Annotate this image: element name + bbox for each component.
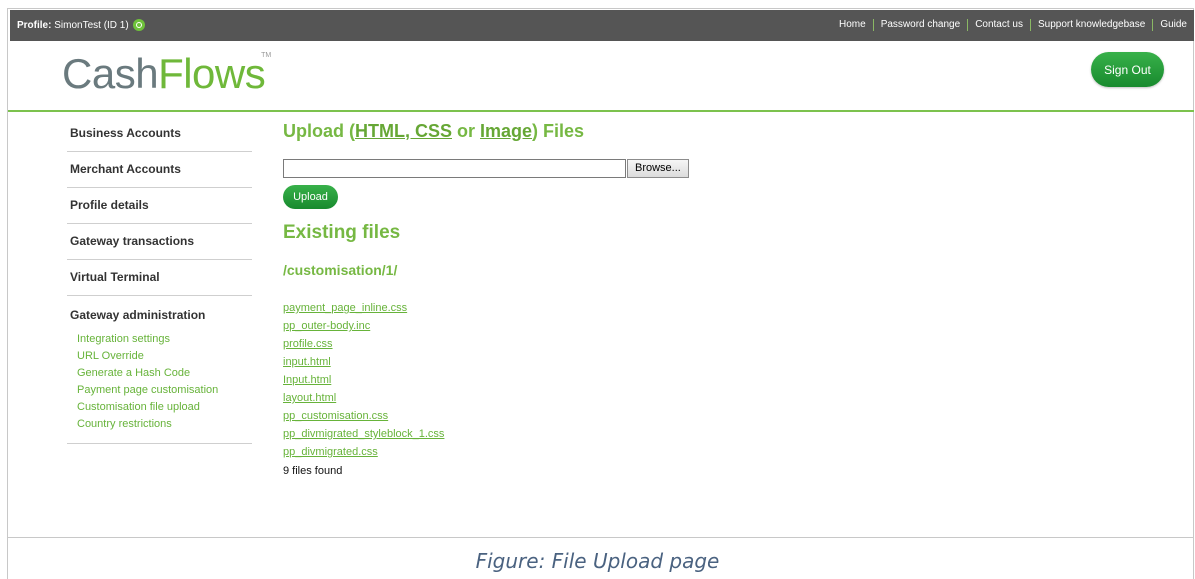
- sidebar-group-gateway-administration: Gateway administration Integration setti…: [67, 296, 252, 444]
- logo-text-flows: Flows: [158, 50, 266, 97]
- figure-caption: Figure: File Upload page: [475, 549, 720, 573]
- file-link[interactable]: payment_page_inline.css: [283, 302, 407, 314]
- file-link[interactable]: pp_divmigrated.css: [283, 446, 378, 458]
- list-item: payment_page_inline.css: [283, 299, 444, 317]
- sidebar-item-gateway-administration[interactable]: Gateway administration: [67, 296, 252, 322]
- sidebar-item-business-accounts[interactable]: Business Accounts: [67, 116, 252, 152]
- top-bar: Profile: SimonTest (ID 1) Home Password …: [10, 10, 1194, 41]
- file-picker: Browse...: [283, 159, 689, 178]
- main-content: Upload (HTML, CSS or Image) Files Browse…: [283, 121, 689, 477]
- file-link[interactable]: pp_outer-body.inc: [283, 320, 370, 332]
- existing-files-heading: Existing files: [283, 222, 401, 243]
- file-link[interactable]: Input.html: [283, 374, 331, 386]
- logo-trademark: TM: [261, 52, 272, 59]
- files-count: 9 files found: [283, 465, 343, 477]
- sign-out-button[interactable]: Sign Out: [1091, 52, 1164, 87]
- upload-heading-suffix: ) Files: [532, 121, 585, 141]
- list-item: input.html: [283, 353, 444, 371]
- file-list: payment_page_inline.css pp_outer-body.in…: [283, 299, 444, 461]
- sidebar-item-profile-details[interactable]: Profile details: [67, 188, 252, 224]
- file-link[interactable]: layout.html: [283, 392, 336, 404]
- cashflows-logo[interactable]: CashFlows TM: [62, 50, 271, 98]
- sidebar-item-merchant-accounts[interactable]: Merchant Accounts: [67, 152, 252, 188]
- upload-heading-prefix: Upload (: [283, 121, 355, 141]
- logo-text-cash: Cash: [62, 50, 159, 97]
- list-item: Input.html: [283, 371, 444, 389]
- file-link[interactable]: pp_customisation.css: [283, 410, 388, 422]
- sidebar: Business Accounts Merchant Accounts Prof…: [67, 116, 252, 444]
- submenu-integration-settings[interactable]: Integration settings: [77, 331, 252, 348]
- top-link-support-knowledgebase[interactable]: Support knowledgebase: [1030, 19, 1152, 31]
- upload-heading-or: or: [452, 121, 481, 141]
- file-path-input[interactable]: [283, 159, 626, 178]
- profile-label: Profile:: [17, 20, 52, 31]
- submenu-generate-hash-code[interactable]: Generate a Hash Code: [77, 365, 252, 382]
- top-link-contact-us[interactable]: Contact us: [967, 19, 1030, 31]
- profile-value: SimonTest (ID 1): [54, 20, 129, 31]
- upload-button[interactable]: Upload: [283, 185, 338, 209]
- file-link[interactable]: profile.css: [283, 338, 333, 350]
- profile-status-icon[interactable]: [133, 19, 146, 31]
- list-item: profile.css: [283, 335, 444, 353]
- profile-info: Profile: SimonTest (ID 1): [17, 19, 146, 31]
- top-link-home[interactable]: Home: [832, 19, 873, 31]
- folder-path: /customisation/1/: [283, 262, 398, 278]
- top-link-guide[interactable]: Guide: [1152, 19, 1194, 31]
- list-item: pp_divmigrated_styleblock_1.css: [283, 425, 444, 443]
- sidebar-item-virtual-terminal[interactable]: Virtual Terminal: [67, 260, 252, 296]
- image-link[interactable]: Image: [480, 121, 532, 141]
- caption-divider: [8, 537, 1194, 538]
- html-css-link[interactable]: HTML, CSS: [355, 121, 452, 141]
- gateway-admin-submenu: Integration settings URL Override Genera…: [67, 331, 252, 433]
- browse-button[interactable]: Browse...: [627, 159, 689, 178]
- upload-heading: Upload (HTML, CSS or Image) Files: [283, 121, 584, 142]
- list-item: pp_customisation.css: [283, 407, 444, 425]
- sidebar-item-gateway-transactions[interactable]: Gateway transactions: [67, 224, 252, 260]
- file-link[interactable]: input.html: [283, 356, 331, 368]
- header-divider: [8, 110, 1194, 112]
- submenu-url-override[interactable]: URL Override: [77, 348, 252, 365]
- submenu-customisation-file-upload[interactable]: Customisation file upload: [77, 399, 252, 416]
- file-link[interactable]: pp_divmigrated_styleblock_1.css: [283, 428, 444, 440]
- submenu-payment-page-customisation[interactable]: Payment page customisation: [77, 382, 252, 399]
- list-item: layout.html: [283, 389, 444, 407]
- top-link-password-change[interactable]: Password change: [872, 19, 968, 31]
- list-item: pp_divmigrated.css: [283, 443, 444, 461]
- submenu-country-restrictions[interactable]: Country restrictions: [77, 416, 252, 433]
- list-item: pp_outer-body.inc: [283, 317, 444, 335]
- top-nav: Home Password change Contact us Support …: [832, 19, 1194, 31]
